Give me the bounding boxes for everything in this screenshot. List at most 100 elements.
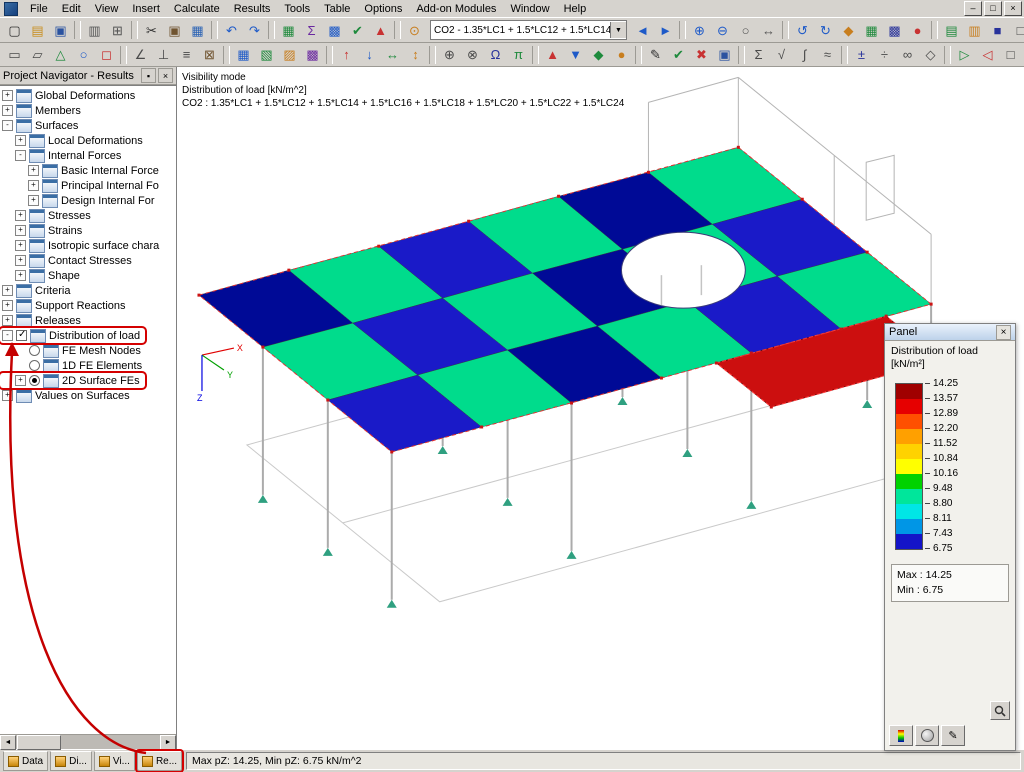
menu-item[interactable]: Edit [55,2,88,16]
menu-item[interactable]: Add-on Modules [409,2,503,16]
tree-item[interactable]: + Criteria [0,283,176,298]
tree-item[interactable]: + Isotropic surface chara [0,238,176,253]
toolbar-button[interactable] [944,45,951,64]
toolbar-button[interactable] [738,45,745,64]
tree-item[interactable]: - Surfaces [0,118,176,133]
navigator-tab[interactable]: Re... [136,751,183,771]
toolbar-button[interactable]: ▱ [26,44,49,66]
tree-expander-icon[interactable]: + [15,225,26,236]
tree-item[interactable]: + Local Deformations [0,133,176,148]
toolbar-button[interactable]: ▥ [83,19,106,41]
toolbar-button[interactable]: ▦ [277,19,300,41]
chevron-down-icon[interactable]: ▼ [610,22,626,38]
toolbar-button[interactable]: ≡ [175,44,198,66]
tree-item-control[interactable] [29,375,40,386]
menu-item[interactable]: Results [227,2,278,16]
toolbar-button[interactable]: ◇ [919,44,942,66]
toolbar-button[interactable]: ∠ [129,44,152,66]
toolbar-button[interactable]: ↓ [358,44,381,66]
scroll-left-icon[interactable]: ◄ [0,734,16,750]
toolbar-button[interactable]: ◆ [837,19,860,41]
toolbar-button[interactable]: √ [770,44,793,66]
toolbar-button[interactable]: ≈ [816,44,839,66]
toolbar-button[interactable]: ○ [734,19,757,41]
menu-item[interactable]: Help [557,2,594,16]
toolbar-button[interactable]: ✂ [140,19,163,41]
scroll-right-icon[interactable]: ► [160,734,176,750]
toolbar-button[interactable] [679,21,686,39]
menu-item[interactable]: Options [357,2,409,16]
toolbar-button[interactable]: ↻ [814,19,837,41]
tree-item[interactable]: + Shape [0,268,176,283]
tree-item-control[interactable] [29,360,40,371]
tree-item[interactable]: + Principal Internal Fo [0,178,176,193]
toolbar-button[interactable]: ⊙ [403,19,426,41]
toolbar-button[interactable]: ⊞ [106,19,129,41]
toolbar-button[interactable] [394,21,401,39]
toolbar-button[interactable] [931,21,938,39]
tree-expander-icon[interactable]: + [15,135,26,146]
toolbar-button[interactable]: Ω [484,44,507,66]
pin-icon[interactable]: ▪ [141,68,156,83]
toolbar-button[interactable] [782,21,789,39]
menu-item[interactable]: Insert [125,2,167,16]
toolbar-button[interactable]: ▷ [953,44,976,66]
toolbar-button[interactable] [268,21,275,39]
close-icon[interactable]: × [996,324,1011,340]
toolbar-button[interactable]: ∞ [896,44,919,66]
toolbar-button[interactable]: ⊖ [711,19,734,41]
toolbar-button[interactable] [841,45,848,64]
toolbar-button[interactable]: ⊗ [461,44,484,66]
toolbar-button[interactable]: ▣ [713,44,736,66]
menu-item[interactable]: Calculate [167,2,227,16]
tree-item[interactable]: + Global Deformations [0,88,176,103]
window-control-button[interactable]: □ [984,1,1002,16]
tree-expander-icon[interactable]: + [2,285,13,296]
toolbar-button[interactable]: ⊕ [688,19,711,41]
toolbar-button[interactable] [635,45,642,64]
scrollbar-thumb[interactable] [17,734,61,750]
panel-colorscale-tab[interactable] [889,725,913,746]
tree-item[interactable]: + Basic Internal Force [0,163,176,178]
window-control-button[interactable]: × [1004,1,1022,16]
toolbar-button[interactable]: π [507,44,530,66]
toolbar-button[interactable]: ✎ [644,44,667,66]
toolbar-button[interactable]: ● [610,44,633,66]
tree-item[interactable]: + Stresses [0,208,176,223]
toolbar-button[interactable]: ▨ [278,44,301,66]
toolbar-button[interactable]: ▼ [564,44,587,66]
toolbar-button[interactable]: Σ [747,44,770,66]
toolbar-button[interactable] [326,45,333,64]
tree-expander-icon[interactable]: + [2,390,13,401]
tree-expander-icon[interactable]: - [15,150,26,161]
toolbar-button[interactable] [131,21,138,39]
panel-title-bar[interactable]: Panel × [885,324,1015,341]
window-control-button[interactable]: – [964,1,982,16]
tree-item[interactable]: - Distribution of load [0,328,146,343]
toolbar-button[interactable]: ↕ [404,44,427,66]
toolbar-button[interactable]: ↔ [757,19,780,41]
load-case-combobox[interactable]: CO2 - 1.35*LC1 + 1.5*LC12 + 1.5*LC14 ▼ [430,20,627,40]
tree-item[interactable]: + 2D Surface FEs [0,373,145,388]
menu-item[interactable]: Table [317,2,357,16]
toolbar-button[interactable]: ▩ [883,19,906,41]
tree-item[interactable]: FE Mesh Nodes [0,343,176,358]
tree-expander-icon[interactable]: + [15,375,26,386]
tree-expander-icon[interactable]: + [15,255,26,266]
toolbar-button[interactable]: ↑ [335,44,358,66]
tree-item[interactable]: + Strains [0,223,176,238]
toolbar-button[interactable] [532,45,539,64]
tree-expander-icon[interactable]: + [15,210,26,221]
toolbar-button[interactable]: ▦ [232,44,255,66]
tree-expander-icon[interactable]: + [28,195,39,206]
toolbar-button[interactable]: □ [1009,19,1024,41]
tree-item[interactable]: + Support Reactions [0,298,176,313]
menu-item[interactable]: File [23,2,55,16]
toolbar-button[interactable]: ⊕ [438,44,461,66]
tree-expander-icon[interactable]: + [28,165,39,176]
toolbar-button[interactable]: ↔ [381,44,404,66]
tree-expander-icon[interactable]: - [2,120,13,131]
toolbar-button[interactable]: ± [850,44,873,66]
toolbar-button[interactable]: ◄ [631,19,654,41]
toolbar-button[interactable]: ■ [986,19,1009,41]
